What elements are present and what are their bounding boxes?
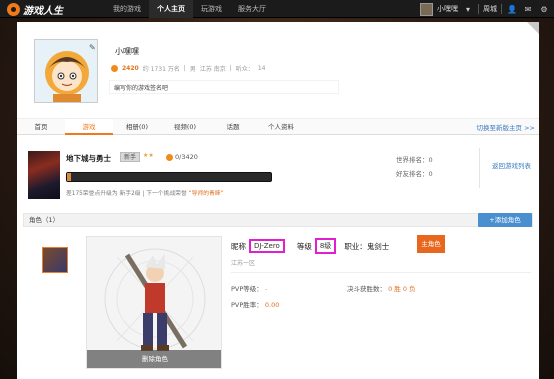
game-summary: 地下城与勇士 新手 ★★ 0/3420 差175荣誉点升级为 新手2级 | 下一…: [17, 140, 539, 210]
coin-count: 2420: [122, 65, 139, 72]
divider: [478, 4, 479, 14]
duel-loss-unit: 负: [409, 285, 416, 293]
rank-badge: 新手: [120, 152, 141, 162]
profile-header: ✎ 小嘿嘿 2420 约 1731 万名 | 男 江苏 南京 | 听众： 14 …: [17, 22, 539, 114]
exp-value: 0/3420: [175, 153, 198, 161]
corner-fold-icon[interactable]: [527, 22, 539, 34]
city-label[interactable]: 周城: [483, 4, 497, 14]
user-name[interactable]: 小嘿嘿: [437, 4, 458, 14]
stat-divider: |: [183, 65, 186, 72]
exp-icon: [166, 153, 173, 161]
profile-tabs: 首页 游戏 相册(0) 视频(0) 话题 个人资料: [17, 118, 539, 135]
friend-rank-label: 好友排名：: [396, 170, 429, 178]
nickname-value: DJ-Zero: [249, 239, 285, 253]
tab-games[interactable]: 游戏: [65, 119, 113, 135]
duel-win-unit: 胜: [394, 285, 401, 293]
rank-text: 约 1731 万名: [142, 66, 180, 73]
duel-wins: 0: [388, 285, 393, 293]
honor-challenge-link[interactable]: “导师的青睐”: [189, 191, 224, 197]
pvp-win-value: 0.00: [264, 301, 280, 309]
coin-icon: [111, 65, 118, 72]
user-avatar[interactable]: [420, 2, 433, 16]
tab-videos[interactable]: 视频(0): [161, 119, 209, 135]
tab-home[interactable]: 首页: [17, 119, 65, 135]
top-navbar: 游戏人生 我的游戏 个人主页 玩游戏 服务大厅 小嘿嘿 ▾ 周城 👤 ✉ ⚙: [0, 0, 554, 18]
stat-divider: |: [229, 65, 232, 72]
logo-text: 游戏人生: [23, 6, 63, 17]
friend-rank-value: 0: [428, 170, 433, 178]
role-thumbnail[interactable]: [42, 247, 68, 273]
divider: [479, 148, 480, 188]
dropdown-icon[interactable]: ▾: [462, 3, 474, 15]
mail-icon[interactable]: ✉: [522, 3, 534, 15]
exp-progress-bar: [66, 172, 272, 182]
nav-service-hall[interactable]: 服务大厅: [230, 0, 274, 18]
world-rank-value: 0: [428, 156, 433, 164]
role-basic-info: 昵称 DJ-Zero 等级 8级 职业： 鬼剑士: [231, 238, 389, 254]
duel-record: 决斗获胜数： 0 胜 0 负: [347, 283, 416, 293]
pvp-level-value: -: [264, 285, 268, 293]
profile-stats: 2420 约 1731 万名 | 男 江苏 南京 | 听众： 14: [111, 64, 265, 73]
level-value: 8级: [314, 238, 337, 254]
add-role-button[interactable]: +添加角色: [478, 213, 532, 227]
roles-header: 角色（1） +添加角色: [23, 213, 533, 227]
pvp-level: PVP等级： -: [231, 283, 267, 293]
delete-role-button[interactable]: 删除角色: [87, 350, 221, 368]
nav-play-games[interactable]: 玩游戏: [193, 0, 230, 18]
server-name: 江苏一区: [231, 260, 256, 267]
tab-personal-info[interactable]: 个人资料: [257, 119, 305, 135]
duel-label: 决斗获胜数：: [347, 285, 386, 293]
gender-label: 男: [189, 66, 196, 73]
pvp-win-label: PVP胜率：: [231, 301, 263, 309]
back-to-game-list-link[interactable]: 返回游戏列表: [492, 160, 531, 170]
world-rank-label: 世界排名：: [396, 156, 429, 164]
switch-new-homepage-link[interactable]: 切换至新版主页 >>: [477, 122, 535, 132]
duel-losses: 0: [402, 285, 408, 293]
location-text: 江苏 南京: [199, 66, 226, 73]
profile-card: ✎ 小嘿嘿 2420 约 1731 万名 | 男 江苏 南京 | 听众： 14 …: [17, 22, 539, 379]
level-label: 等级: [296, 241, 312, 251]
site-logo[interactable]: 游戏人生: [7, 2, 63, 17]
divider: [501, 4, 502, 14]
tab-topics[interactable]: 话题: [209, 119, 257, 135]
nickname-label: 昵称: [231, 241, 246, 251]
listeners-label: 听众：: [235, 66, 254, 73]
edit-avatar-icon[interactable]: ✎: [89, 43, 96, 52]
main-nav: 我的游戏 个人主页 玩游戏 服务大厅: [105, 0, 274, 18]
nav-my-games[interactable]: 我的游戏: [105, 0, 149, 18]
exp-progress-fill: [67, 173, 72, 181]
divider: [231, 272, 531, 273]
honor-tip-text: 差175荣誉点升级为 新手2级 | 下一个挑战荣誉: [66, 191, 187, 197]
logo-icon: [7, 3, 20, 16]
profile-username: 小嘿嘿: [115, 47, 139, 56]
nav-homepage[interactable]: 个人主页: [149, 0, 193, 18]
signature-input[interactable]: 编写你的游戏签名吧: [109, 80, 339, 94]
main-role-tag: 主角色: [417, 235, 445, 253]
gear-icon[interactable]: ⚙: [538, 3, 550, 15]
listeners-count[interactable]: 14: [258, 65, 266, 72]
honor-tip: 差175荣誉点升级为 新手2级 | 下一个挑战荣誉 “导师的青睐”: [66, 188, 224, 197]
class-label: 职业：: [344, 241, 367, 251]
game-title[interactable]: 地下城与勇士: [66, 153, 111, 164]
user-icon[interactable]: 👤: [506, 3, 518, 15]
class-value: 鬼剑士: [366, 241, 390, 251]
tab-albums[interactable]: 相册(0): [113, 119, 161, 135]
rank-stars: ★★: [143, 152, 154, 159]
pvp-win-rate: PVP胜率： 0.00: [231, 299, 279, 309]
exp-display: 0/3420: [166, 153, 198, 161]
user-area: 小嘿嘿 ▾ 周城 👤 ✉ ⚙: [420, 2, 550, 16]
pvp-level-label: PVP等级：: [231, 285, 263, 293]
character-portrait: 删除角色: [86, 236, 222, 369]
roles-title: 角色（1）: [29, 216, 60, 224]
ranking-info: 世界排名：0 好友排名：0: [396, 153, 433, 181]
game-cover-image[interactable]: [28, 151, 60, 199]
